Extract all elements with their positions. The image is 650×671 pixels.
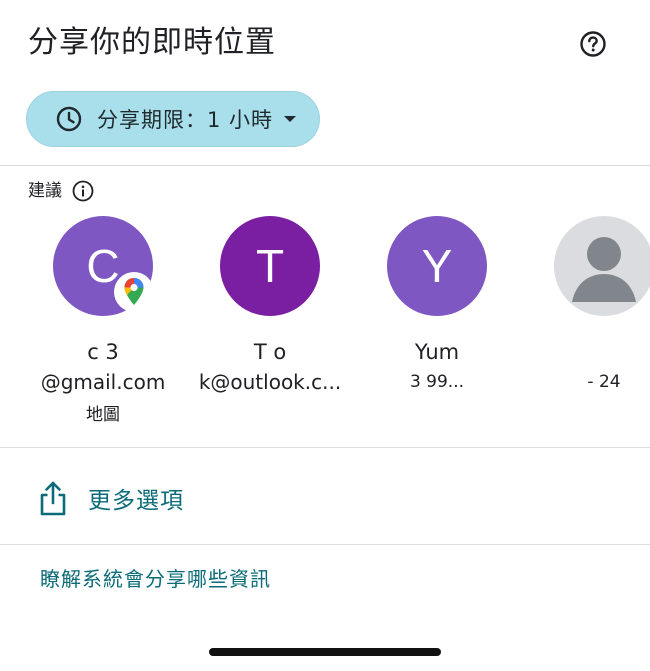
contact-name-2: T o [253, 340, 287, 364]
contact-detail-1: @gmail.com [40, 370, 166, 394]
contact-detail-2: k@outlook.c... [198, 370, 342, 394]
home-indicator[interactable] [209, 648, 441, 656]
google-maps-icon [123, 277, 145, 307]
learn-what-is-shared-link[interactable]: 瞭解系統會分享哪些資訊 [40, 565, 271, 593]
contact-avatar-4 [554, 216, 650, 316]
caret-down-icon [283, 114, 297, 124]
contact-card-1[interactable]: C c 3 @gmail.com 地圖 [18, 216, 188, 428]
help-circle-icon [579, 30, 607, 58]
contact-avatar-2: T [220, 216, 320, 316]
contact-detail-4: - 24 [587, 372, 621, 392]
help-button[interactable] [577, 28, 609, 60]
share-duration-chip[interactable]: 分享期限：1 小時 [26, 91, 320, 147]
divider-bottom [0, 544, 650, 545]
more-options-button[interactable]: 更多選項 [0, 456, 650, 540]
contact-name-3: Yum [414, 340, 460, 364]
person-icon [554, 216, 650, 316]
contact-avatar-3: Y [387, 216, 487, 316]
share-icon [38, 480, 68, 516]
info-icon[interactable] [72, 180, 94, 202]
google-maps-badge [114, 272, 154, 312]
share-duration-label: 分享期限：1 小時 [97, 108, 274, 132]
page-title: 分享你的即時位置 [28, 25, 276, 60]
divider-top [0, 165, 650, 166]
contact-extra-1: 地圖 [86, 405, 120, 425]
contact-initial-2: T [255, 240, 285, 292]
divider-middle [0, 447, 650, 448]
contact-card-4[interactable]: - 24 [519, 216, 650, 428]
contact-card-3[interactable]: Y Yum 3 99... [352, 216, 522, 428]
clock-icon [55, 105, 83, 133]
suggestions-label: 建議 [28, 181, 62, 201]
contact-detail-3: 3 99... [409, 372, 465, 392]
contact-name-1: c 3 [87, 340, 119, 364]
contact-card-2[interactable]: T T o k@outlook.c... [185, 216, 355, 428]
more-options-label: 更多選項 [88, 488, 184, 514]
contact-initial-3: Y [421, 240, 453, 292]
